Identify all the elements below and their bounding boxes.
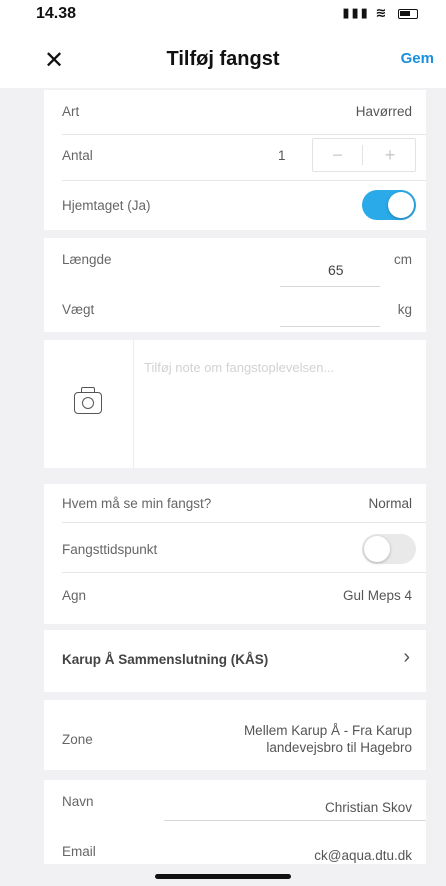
form-content: Art Havørred Antal 1 − + Hjemtaget (Ja) … [44,90,426,864]
association-label: Karup Å Sammenslutning (KÅS) [62,652,269,667]
hjemtaget-label: Hjemtaget (Ja) [62,198,151,213]
zone-card: Zone Mellem Karup Å - Fra Karup landevej… [44,700,426,770]
divider [62,134,426,135]
chevron-right-icon: › [403,646,410,668]
hjemtaget-toggle[interactable] [362,190,416,220]
time-toggle[interactable] [362,534,416,564]
association-card[interactable]: Karup Å Sammenslutning (KÅS) › [44,630,426,692]
note-input[interactable]: Tilføj note om fangstoplevelsen... [144,360,414,375]
page-title: Tilføj fangst [166,48,280,70]
visibility-value[interactable]: Normal [368,496,412,511]
weight-unit: kg [397,302,412,317]
divider [62,572,426,573]
divider [62,522,426,523]
zone-label: Zone [62,732,93,747]
home-indicator [155,874,291,879]
status-bar: 14.38 ▮▮▮ ≋ [0,0,446,36]
length-input[interactable]: 65 [328,262,344,278]
toggle-knob [364,536,390,562]
name-underline [164,820,426,821]
antal-label: Antal [62,148,93,163]
person-card: Navn Christian Skov [44,780,426,850]
nav-bar: ✕ Tilføj fangst Gem [0,36,446,88]
email-row: Email ck@aqua.dtu.dk [44,844,426,864]
increment-button[interactable]: + [365,145,415,166]
wifi-icon: ≋ [375,5,389,20]
add-photo-button[interactable] [44,340,134,468]
bait-label: Agn [62,588,87,603]
length-underline [280,286,380,287]
time-label: Fangsttidspunkt [62,542,158,557]
email-input[interactable]: ck@aqua.dtu.dk [314,848,412,863]
decrement-button[interactable]: − [313,145,363,165]
divider [62,180,426,181]
visibility-label: Hvem må se min fangst? [62,496,212,511]
email-label: Email [62,844,96,859]
antal-value: 1 [278,148,286,163]
settings-card: Hvem må se min fangst? Normal Fangsttids… [44,484,426,624]
name-input[interactable]: Christian Skov [325,800,412,815]
laengde-label: Længde [62,252,112,267]
toggle-knob [388,192,414,218]
name-label: Navn [62,794,94,809]
zone-value: Mellem Karup Å - Fra Karup landevejsbro … [244,722,412,756]
status-time: 14.38 [36,5,77,22]
art-value[interactable]: Havørred [356,104,412,119]
length-unit: cm [394,252,412,267]
photo-note-card: Tilføj note om fangstoplevelsen... [44,340,426,468]
weight-underline [280,326,380,327]
measure-card: Længde 65 cm Vægt kg [44,238,426,332]
art-label: Art [62,104,80,119]
zone-value-line1: Mellem Karup Å - Fra Karup [243,723,412,738]
camera-icon [74,387,102,414]
save-button[interactable]: Gem [401,50,434,67]
quantity-stepper[interactable]: − + [312,138,416,172]
battery-icon [398,8,418,19]
zone-value-line2: landevejsbro til Hagebro [266,740,412,755]
signal-icon: ▮▮▮ [342,5,370,20]
bait-value[interactable]: Gul Meps 4 [343,588,412,603]
catch-card: Art Havørred Antal 1 − + Hjemtaget (Ja) [44,90,426,230]
status-icons: ▮▮▮ ≋ [342,5,418,21]
vaegt-label: Vægt [62,302,95,317]
